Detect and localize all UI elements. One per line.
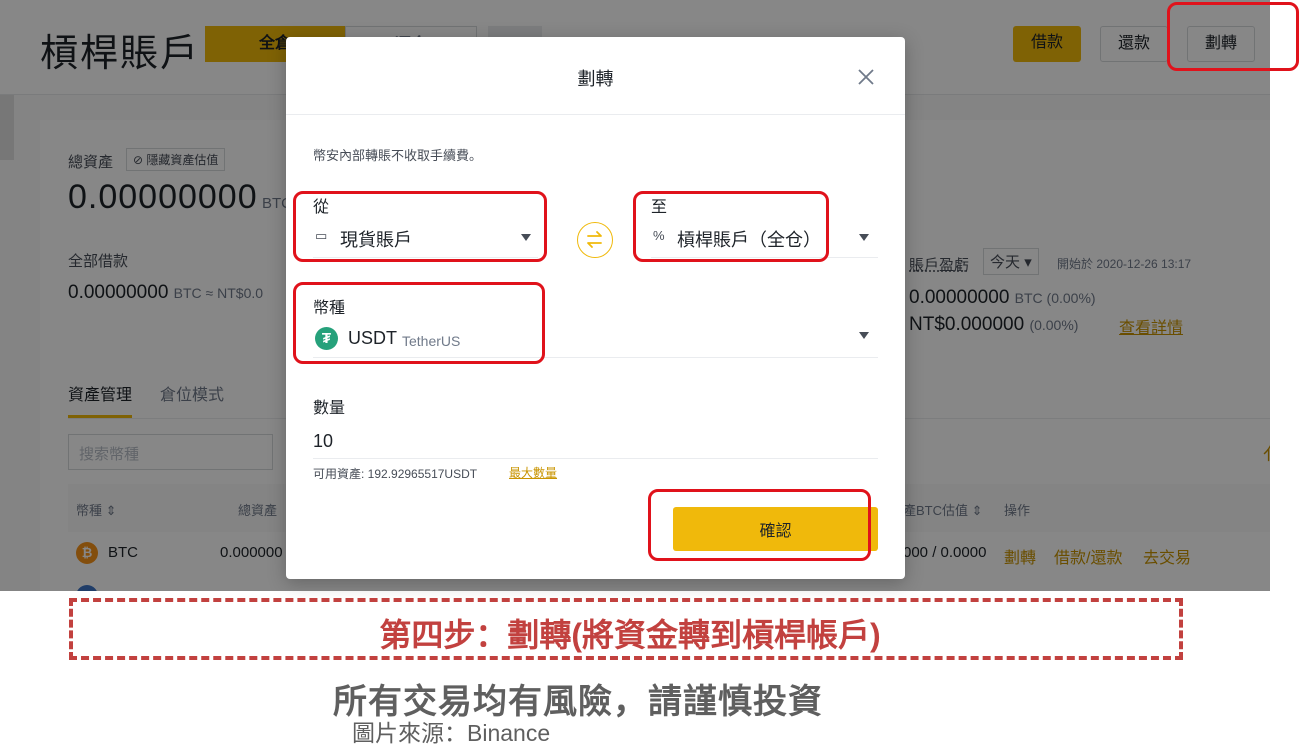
coin-code: USDT: [348, 328, 397, 348]
margin-icon: %: [653, 228, 665, 243]
caret-down-icon: [521, 234, 531, 241]
dialog-title: 劃轉: [577, 69, 614, 89]
available-balance: 可用資產: 192.92965517USDT: [313, 467, 478, 481]
confirm-button[interactable]: 確認: [673, 507, 878, 551]
coin-name: TetherUS: [402, 333, 461, 349]
image-source: 圖片來源：Binance: [352, 720, 551, 746]
to-label: 至: [651, 199, 668, 216]
from-account-value: 現貨賬戶: [340, 230, 412, 250]
transfer-dialog: 劃轉 幣安內部轉賬不收取手續費。 從 ▭ 現貨賬戶 至 % 槓桿賬戶（全仓） 幣…: [286, 37, 905, 579]
swap-accounts-button[interactable]: [577, 222, 613, 258]
fee-notice: 幣安內部轉賬不收取手續費。: [313, 148, 483, 163]
step-caption: 第四步：劃轉(將資金轉到槓桿帳戶): [379, 617, 881, 653]
amount-input[interactable]: [313, 425, 878, 459]
coin-select[interactable]: [313, 316, 878, 358]
amount-label: 數量: [313, 400, 346, 417]
close-icon[interactable]: [852, 63, 880, 91]
caret-down-icon: [859, 332, 869, 339]
screenshot-stage: 槓桿賬戶 全倉 逐倉 借款 還款 劃轉 總資產 ⊘ 隱藏資產估值 0.00000…: [0, 0, 1301, 756]
wallet-icon: ▭: [315, 228, 328, 243]
dialog-divider: [286, 114, 905, 115]
from-account-select[interactable]: ▭ 現貨賬戶: [313, 216, 538, 258]
caret-down-icon: [859, 234, 869, 241]
from-label: 從: [313, 199, 330, 216]
coin-label: 幣種: [313, 300, 346, 317]
step-caption-box: 第四步：劃轉(將資金轉到槓桿帳戶): [69, 598, 1183, 660]
swap-icon: [587, 231, 602, 248]
to-account-select[interactable]: % 槓桿賬戶（全仓）: [651, 216, 878, 258]
max-amount-link[interactable]: 最大數量: [509, 464, 557, 481]
to-account-value: 槓桿賬戶（全仓）: [677, 230, 821, 250]
tether-icon: ₮: [315, 327, 338, 350]
